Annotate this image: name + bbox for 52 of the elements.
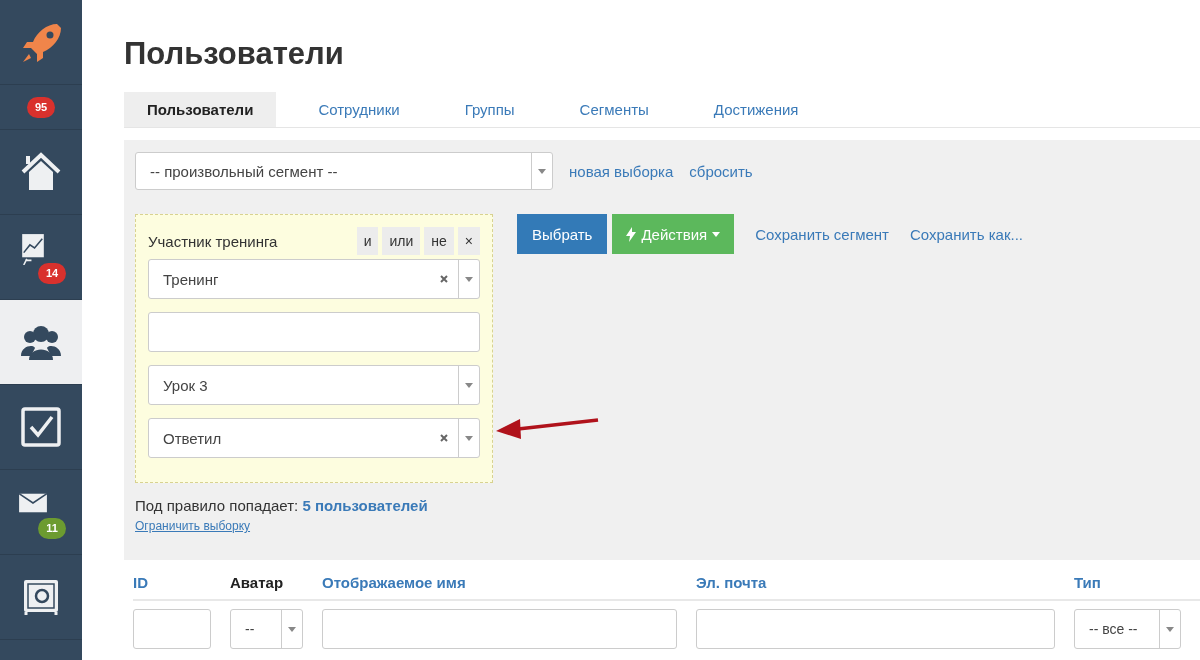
dropdown[interactable]: Урок 3 (148, 365, 480, 405)
actions-button[interactable]: Действия (612, 214, 735, 254)
caret-icon (1166, 626, 1174, 632)
caret-icon (712, 231, 721, 237)
tab[interactable]: Сотрудники (295, 92, 423, 127)
operator-button[interactable]: не (424, 227, 454, 255)
caret-icon (465, 276, 473, 282)
link[interactable]: новая выборка (569, 162, 674, 180)
dropdown[interactable]: Тренинг (148, 259, 480, 299)
count-badge: 95 (26, 96, 56, 118)
filter-input[interactable] (322, 609, 677, 649)
link[interactable]: Сохранить сегмент (755, 225, 889, 243)
sidebar-item[interactable]: 14 (0, 215, 82, 300)
operator-button[interactable]: × (457, 227, 480, 255)
filter-dropdown[interactable]: -- все -- (1074, 609, 1181, 649)
tab[interactable]: Достижения (690, 92, 822, 127)
tab[interactable]: Сегменты (556, 92, 672, 127)
segment-dropdown[interactable]: -- произвольный сегмент -- (135, 152, 553, 190)
sidebar-item[interactable] (0, 300, 82, 385)
link[interactable]: Ограничить выборку (135, 517, 251, 535)
result-text: Под правило попадает: 5 пользователей (135, 497, 428, 514)
sidebar-item[interactable]: 95 (0, 85, 82, 130)
rule-label: Участник тренинга (148, 232, 279, 250)
count-badge: 14 (37, 262, 67, 284)
column-header[interactable]: Эл. почта (696, 560, 1074, 601)
lightning-icon (626, 226, 637, 242)
filter-dropdown[interactable]: -- (230, 609, 303, 649)
operator-button[interactable]: или (382, 227, 421, 255)
tab[interactable]: Пользователи (124, 92, 277, 127)
caret-icon (538, 168, 546, 174)
checkbox-icon[interactable] (19, 405, 63, 449)
column-header: Аватар (230, 560, 322, 601)
link[interactable]: сбросить (689, 162, 753, 180)
input-field[interactable] (148, 312, 480, 352)
column-header[interactable]: ID (133, 560, 230, 601)
filter-input[interactable] (133, 609, 211, 649)
select-button[interactable]: Выбрать (517, 214, 608, 254)
clear-icon[interactable] (440, 434, 448, 442)
sidebar-item[interactable]: 11 (0, 470, 82, 555)
page-title: Пользователи (124, 36, 345, 72)
caret-icon (465, 382, 473, 388)
operator-button[interactable]: и (356, 227, 379, 255)
caret-icon (465, 435, 473, 441)
column-header[interactable]: Отображаемое имя (322, 560, 696, 601)
tab[interactable]: Группы (441, 92, 538, 127)
dropdown[interactable]: Ответил (148, 418, 480, 458)
count-badge: 11 (38, 517, 66, 539)
filter-input[interactable] (696, 609, 1055, 649)
link[interactable]: Сохранить как... (910, 225, 1023, 243)
clear-icon[interactable] (440, 275, 448, 283)
column-header[interactable]: Тип (1074, 560, 1200, 601)
caret-icon (288, 626, 296, 632)
